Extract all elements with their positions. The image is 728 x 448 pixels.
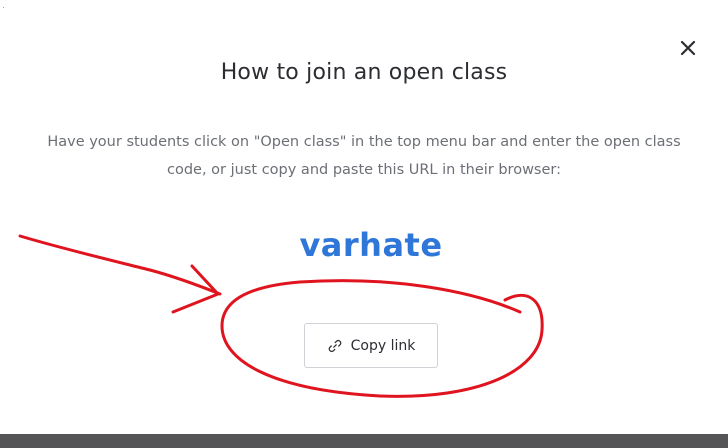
copy-link-button[interactable]: Copy link <box>304 323 438 368</box>
close-icon <box>680 40 696 56</box>
corner-dot <box>3 7 4 8</box>
dialog-description: Have your students click on "Open class"… <box>47 134 681 178</box>
join-open-class-dialog: How to join an open class Have your stud… <box>0 0 728 434</box>
class-code: varhate <box>299 226 443 264</box>
close-button[interactable] <box>676 36 700 60</box>
link-icon <box>328 339 341 352</box>
dialog-title: How to join an open class <box>220 60 508 85</box>
bottom-bar <box>0 434 728 448</box>
copy-link-label: Copy link <box>350 337 416 354</box>
